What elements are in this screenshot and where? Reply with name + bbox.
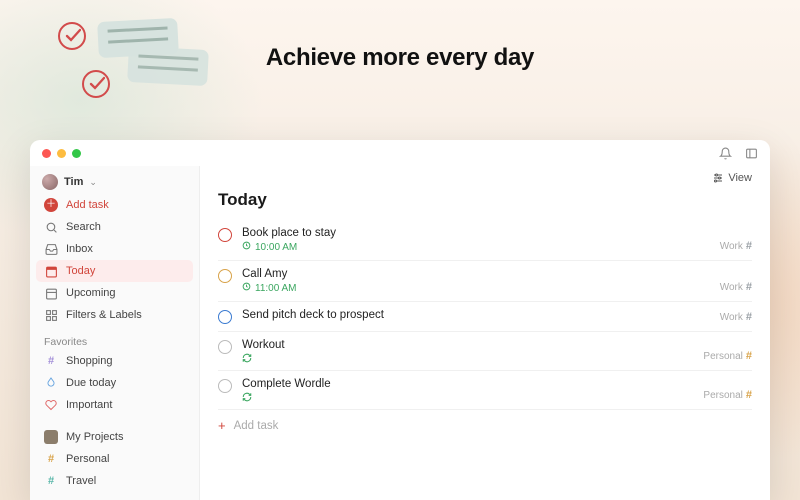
calendar-today-icon [44,264,58,278]
task-row[interactable]: Book place to stay 10:00 AM Work# [218,220,752,261]
task-time: 11:00 AM [255,283,297,294]
project-label: Personal [66,453,109,465]
task-row[interactable]: Workout Personal # [218,332,752,371]
grid-icon [44,308,58,322]
hash-icon: # [44,474,58,488]
hero-tagline: Achieve more every day [0,44,800,72]
avatar [42,174,58,190]
task-row[interactable]: Call Amy 11:00 AM Work# [218,261,752,302]
sidebar-item-filters[interactable]: Filters & Labels [36,304,193,326]
hash-icon: # [746,281,752,293]
notifications-icon[interactable] [718,146,732,160]
chevron-down-icon: ⌄ [89,177,97,188]
window-titlebar [30,140,770,166]
recurring-icon [242,353,252,363]
droplet-icon [44,376,58,390]
plus-circle-icon: ＋ [44,198,58,212]
add-task-inline-label: Add task [234,420,279,432]
task-title: Book place to stay [242,227,710,239]
plus-icon: + [218,418,226,433]
my-projects-label: My Projects [66,431,123,443]
project-travel[interactable]: # Travel [36,470,193,492]
user-name: Tim [64,176,83,188]
project-personal[interactable]: # Personal [36,448,193,470]
task-checkbox[interactable] [218,228,232,242]
task-checkbox[interactable] [218,379,232,393]
view-button-label: View [728,172,752,184]
task-title: Send pitch deck to prospect [242,309,710,321]
sidebar-item-upcoming[interactable]: Upcoming [36,282,193,304]
sidebar-item-inbox[interactable]: Inbox [36,238,193,260]
task-project[interactable]: Personal # [703,350,752,362]
heart-icon [44,398,58,412]
task-title: Call Amy [242,268,710,280]
sidebar-item-label: Inbox [66,243,93,255]
task-project-label: Personal [703,390,742,401]
inbox-icon [44,242,58,256]
folder-icon [44,430,58,444]
hash-icon: # [44,354,58,368]
sidebar-item-search[interactable]: Search [36,216,193,238]
task-checkbox[interactable] [218,340,232,354]
favorite-label: Shopping [66,355,113,367]
sidebar-my-projects[interactable]: My Projects [36,426,193,448]
sidebar-toggle-icon[interactable] [744,146,758,160]
clock-icon [242,241,251,253]
project-label: Travel [66,475,96,487]
favorite-label: Important [66,399,112,411]
add-task-inline[interactable]: + Add task [218,410,752,441]
calendar-upcoming-icon [44,286,58,300]
hash-icon: # [746,240,752,252]
sidebar-item-label: Search [66,221,101,233]
add-task-label: Add task [66,199,109,211]
favorite-label: Due today [66,377,116,389]
favorite-shopping[interactable]: # Shopping [36,350,193,372]
main-content: View Today Book place to stay 10:00 AM Wor… [200,166,770,500]
checkmark-circle-icon [82,70,110,98]
clock-icon [242,282,251,294]
view-button[interactable]: View [712,172,752,184]
favorite-important[interactable]: Important [36,394,193,416]
app-window: Tim ⌄ ＋ Add task Search Inbox Today Upcomi… [30,140,770,500]
task-project[interactable]: Work# [720,240,752,252]
sidebar-item-label: Upcoming [66,287,116,299]
task-project-label: Work [720,241,743,252]
sidebar-item-today[interactable]: Today [36,260,193,282]
task-checkbox[interactable] [218,310,232,324]
task-time: 10:00 AM [255,242,297,253]
task-project[interactable]: Work# [720,281,752,293]
traffic-light-close[interactable] [42,149,51,158]
traffic-light-zoom[interactable] [72,149,81,158]
sidebar-item-label: Filters & Labels [66,309,142,321]
task-row[interactable]: Send pitch deck to prospect Work# [218,302,752,332]
task-title: Workout [242,339,693,351]
sidebar: Tim ⌄ ＋ Add task Search Inbox Today Upcomi… [30,166,200,500]
hash-icon: # [746,311,752,323]
user-menu[interactable]: Tim ⌄ [36,170,193,194]
hash-icon: # [746,350,752,362]
task-project-label: Personal [703,351,742,362]
favorites-header: Favorites [36,326,193,350]
task-title: Complete Wordle [242,378,693,390]
search-icon [44,220,58,234]
page-title: Today [200,188,770,220]
sliders-icon [712,172,724,184]
traffic-light-minimize[interactable] [57,149,66,158]
recurring-icon [242,392,252,402]
task-row[interactable]: Complete Wordle Personal # [218,371,752,410]
add-task-button[interactable]: ＋ Add task [36,194,193,216]
task-checkbox[interactable] [218,269,232,283]
hash-icon: # [44,452,58,466]
task-project-label: Work [720,282,743,293]
task-project[interactable]: Work# [720,311,752,323]
task-project[interactable]: Personal # [703,389,752,401]
favorite-due-today[interactable]: Due today [36,372,193,394]
task-project-label: Work [720,312,743,323]
hash-icon: # [746,389,752,401]
sidebar-item-label: Today [66,265,95,277]
